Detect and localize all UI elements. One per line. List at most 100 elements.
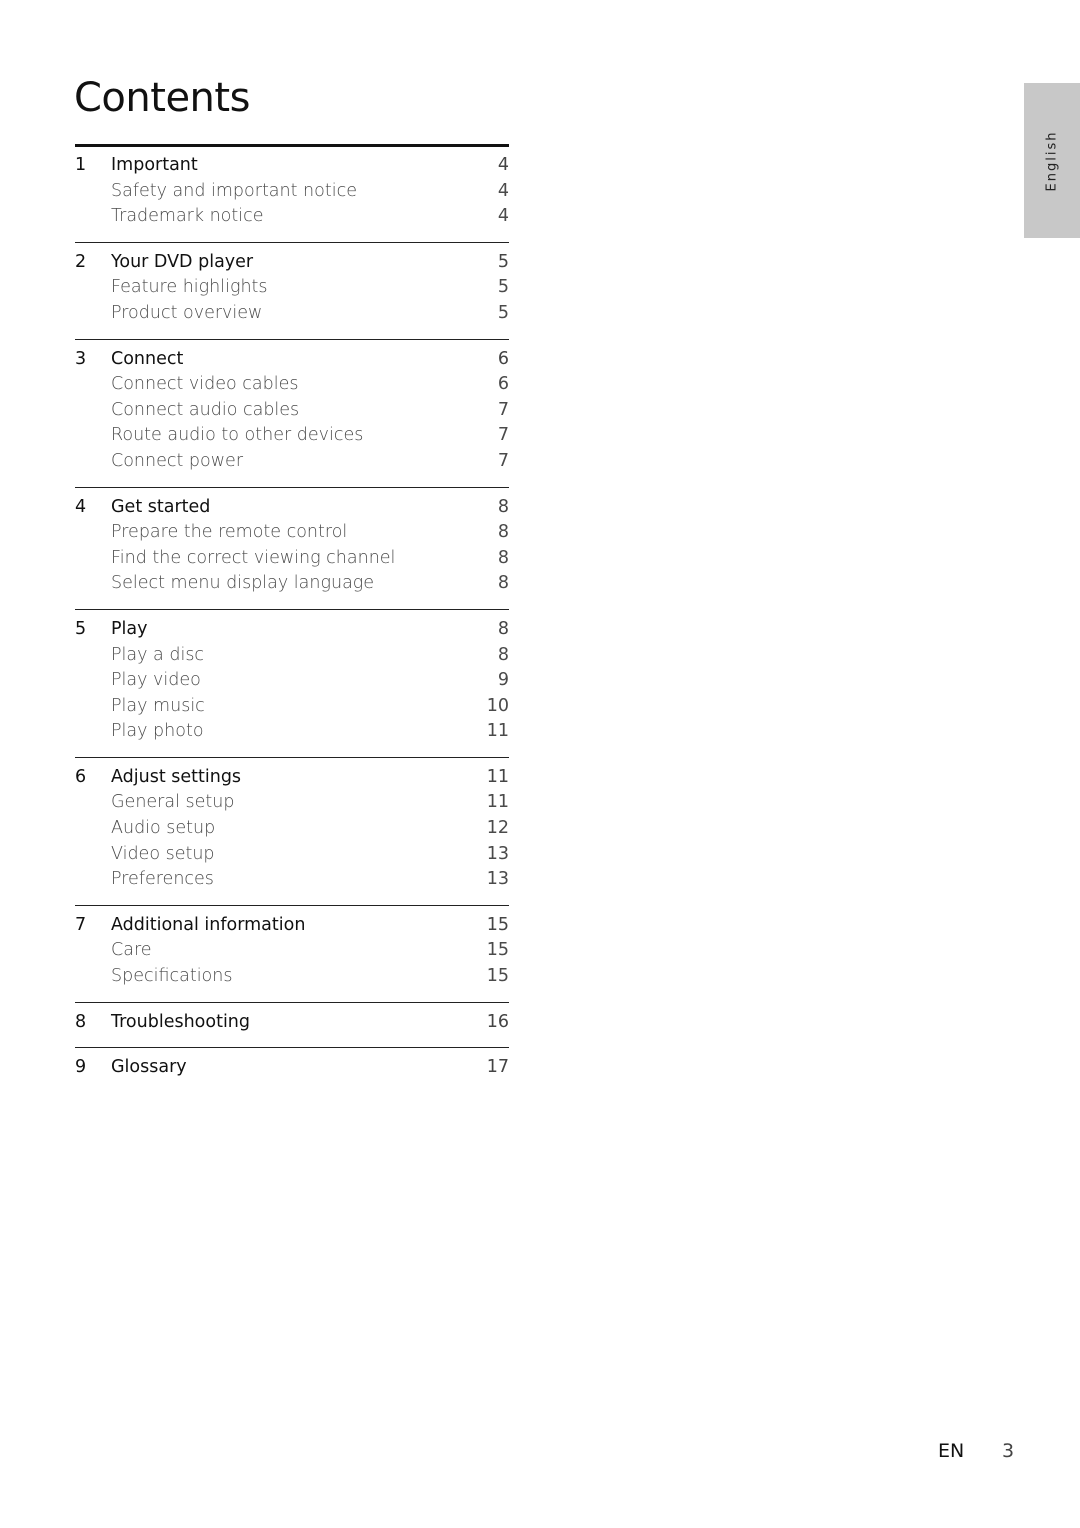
- toc-subentry[interactable]: Connect audio cables 7: [75, 398, 509, 424]
- toc-subentry[interactable]: Feature highlights 5: [75, 275, 509, 301]
- subentry-indent: [75, 275, 111, 301]
- toc-section: 2 Your DVD player 5 Feature highlights 5 Prod…: [75, 241, 509, 339]
- subentry-page: 6: [497, 374, 509, 395]
- subentry-title: Product overview: [111, 302, 263, 323]
- subentry-indent: [75, 964, 111, 990]
- toc-chapter-entry[interactable]: 4 Get started 8: [75, 495, 509, 521]
- chapter-title: Glossary: [111, 1057, 187, 1078]
- toc-subentry[interactable]: Product overview 5: [75, 301, 509, 327]
- toc-chapter-entry[interactable]: 7 Additional information 15: [75, 913, 509, 939]
- toc-subentry[interactable]: Prepare the remote control 8: [75, 520, 509, 546]
- toc-section: 1 Important 4 Safety and important notice 4 T…: [75, 144, 509, 242]
- subentry-indent: [75, 423, 111, 449]
- toc-chapter-entry[interactable]: 8 Troubleshooting 16: [75, 1010, 509, 1036]
- chapter-title: Connect: [111, 348, 184, 369]
- subentry-page: 10: [486, 695, 509, 716]
- subentry-page: 7: [497, 425, 509, 446]
- chapter-title: Get started: [111, 496, 211, 517]
- toc-subentry[interactable]: Select menu display language 8: [75, 571, 509, 597]
- subentry-page: 8: [497, 573, 509, 594]
- toc-subentry[interactable]: Safety and important notice 4: [75, 179, 509, 205]
- toc-subentry[interactable]: Care 15: [75, 938, 509, 964]
- toc-subentry[interactable]: Play photo 11: [75, 719, 509, 745]
- chapter-number: 9: [75, 1057, 87, 1078]
- subentry-page: 5: [497, 277, 509, 298]
- subentry-page: 8: [497, 644, 509, 665]
- subentry-page: 13: [486, 869, 509, 890]
- subentry-title: Preferences: [111, 869, 214, 890]
- subentry-title: Connect video cables: [111, 374, 299, 395]
- subentry-title: Connect power: [111, 450, 244, 471]
- subentry-title: Specifications: [111, 966, 233, 987]
- toc-subentry[interactable]: Specifications 15: [75, 964, 509, 990]
- toc-subentry[interactable]: Connect video cables 6: [75, 372, 509, 398]
- table-of-contents: 1 Important 4 Safety and important notice 4 T…: [75, 144, 509, 1093]
- subentry-title: Care: [111, 940, 152, 961]
- toc-subentry[interactable]: Play video 9: [75, 668, 509, 694]
- subentry-page: 8: [497, 522, 509, 543]
- subentry-indent: [75, 372, 111, 398]
- subentry-indent: [75, 668, 111, 694]
- subentry-page: 15: [486, 966, 509, 987]
- subentry-title: Select menu display language: [111, 573, 375, 594]
- toc-section: 6 Adjust settings 11 General setup 11 Audio s…: [75, 756, 509, 905]
- toc-subentry[interactable]: Find the correct viewing channel 8: [75, 546, 509, 572]
- subentry-title: Route audio to other devices: [111, 425, 364, 446]
- toc-chapter-entry[interactable]: 5 Play 8: [75, 617, 509, 643]
- chapter-page: 15: [486, 914, 509, 935]
- page-footer: EN 3: [938, 1440, 1014, 1462]
- toc-section: 9 Glossary 17: [75, 1047, 509, 1093]
- toc-chapter-entry[interactable]: 3 Connect 6: [75, 347, 509, 373]
- subentry-title: Play photo: [111, 721, 204, 742]
- subentry-page: 15: [486, 940, 509, 961]
- chapter-title: Adjust settings: [111, 766, 242, 787]
- toc-subentry[interactable]: Audio setup 12: [75, 816, 509, 842]
- toc-subentry[interactable]: General setup 11: [75, 790, 509, 816]
- subentry-page: 12: [486, 818, 509, 839]
- toc-subentry[interactable]: Preferences 13: [75, 867, 509, 893]
- subentry-indent: [75, 938, 111, 964]
- chapter-title: Important: [111, 155, 198, 175]
- toc-subentry[interactable]: Connect power 7: [75, 449, 509, 475]
- subentry-indent: [75, 301, 111, 327]
- chapter-page: 6: [497, 348, 509, 369]
- subentry-title: Play a disc: [111, 644, 205, 665]
- toc-chapter-entry[interactable]: 9 Glossary 17: [75, 1055, 509, 1081]
- toc-subentry[interactable]: Play music 10: [75, 694, 509, 720]
- toc-subentry[interactable]: Play a disc 8: [75, 643, 509, 669]
- subentry-indent: [75, 867, 111, 893]
- chapter-number: 5: [75, 618, 87, 639]
- toc-section: 3 Connect 6 Connect video cables 6 Connect au…: [75, 338, 509, 487]
- subentry-title: Prepare the remote control: [111, 522, 348, 543]
- subentry-title: Play music: [111, 695, 205, 716]
- subentry-title: Trademark notice: [111, 206, 264, 227]
- subentry-page: 11: [486, 792, 509, 813]
- chapter-title: Play: [111, 618, 148, 639]
- subentry-indent: [75, 571, 111, 597]
- chapter-title: Additional information: [111, 914, 306, 935]
- footer-language: EN: [938, 1440, 965, 1462]
- toc-subentry[interactable]: Route audio to other devices 7: [75, 423, 509, 449]
- language-tab: English: [1024, 83, 1080, 238]
- chapter-page: 11: [486, 766, 509, 787]
- toc-subentry[interactable]: Video setup 13: [75, 842, 509, 868]
- chapter-number: 8: [75, 1011, 87, 1032]
- toc-chapter-entry[interactable]: 6 Adjust settings 11: [75, 765, 509, 791]
- subentry-indent: [75, 546, 111, 572]
- subentry-indent: [75, 398, 111, 424]
- toc-section: 4 Get started 8 Prepare the remote control 8…: [75, 486, 509, 609]
- toc-chapter-entry[interactable]: 2 Your DVD player 5: [75, 250, 509, 276]
- subentry-title: Play video: [111, 670, 201, 691]
- toc-subentry[interactable]: Trademark notice 4: [75, 204, 509, 230]
- footer-page-number: 3: [1002, 1440, 1015, 1462]
- chapter-number: 2: [75, 251, 87, 272]
- toc-chapter-entry[interactable]: 1 Important 4: [75, 153, 509, 179]
- chapter-title: Your DVD player: [111, 251, 254, 272]
- language-tab-label: English: [1044, 130, 1060, 191]
- subentry-page: 8: [497, 547, 509, 568]
- chapter-title: Troubleshooting: [111, 1011, 251, 1032]
- subentry-page: 11: [486, 721, 509, 742]
- subentry-title: Connect audio cables: [111, 399, 300, 420]
- subentry-indent: [75, 520, 111, 546]
- toc-section: 7 Additional information 15 Care 15 Specifica…: [75, 904, 509, 1002]
